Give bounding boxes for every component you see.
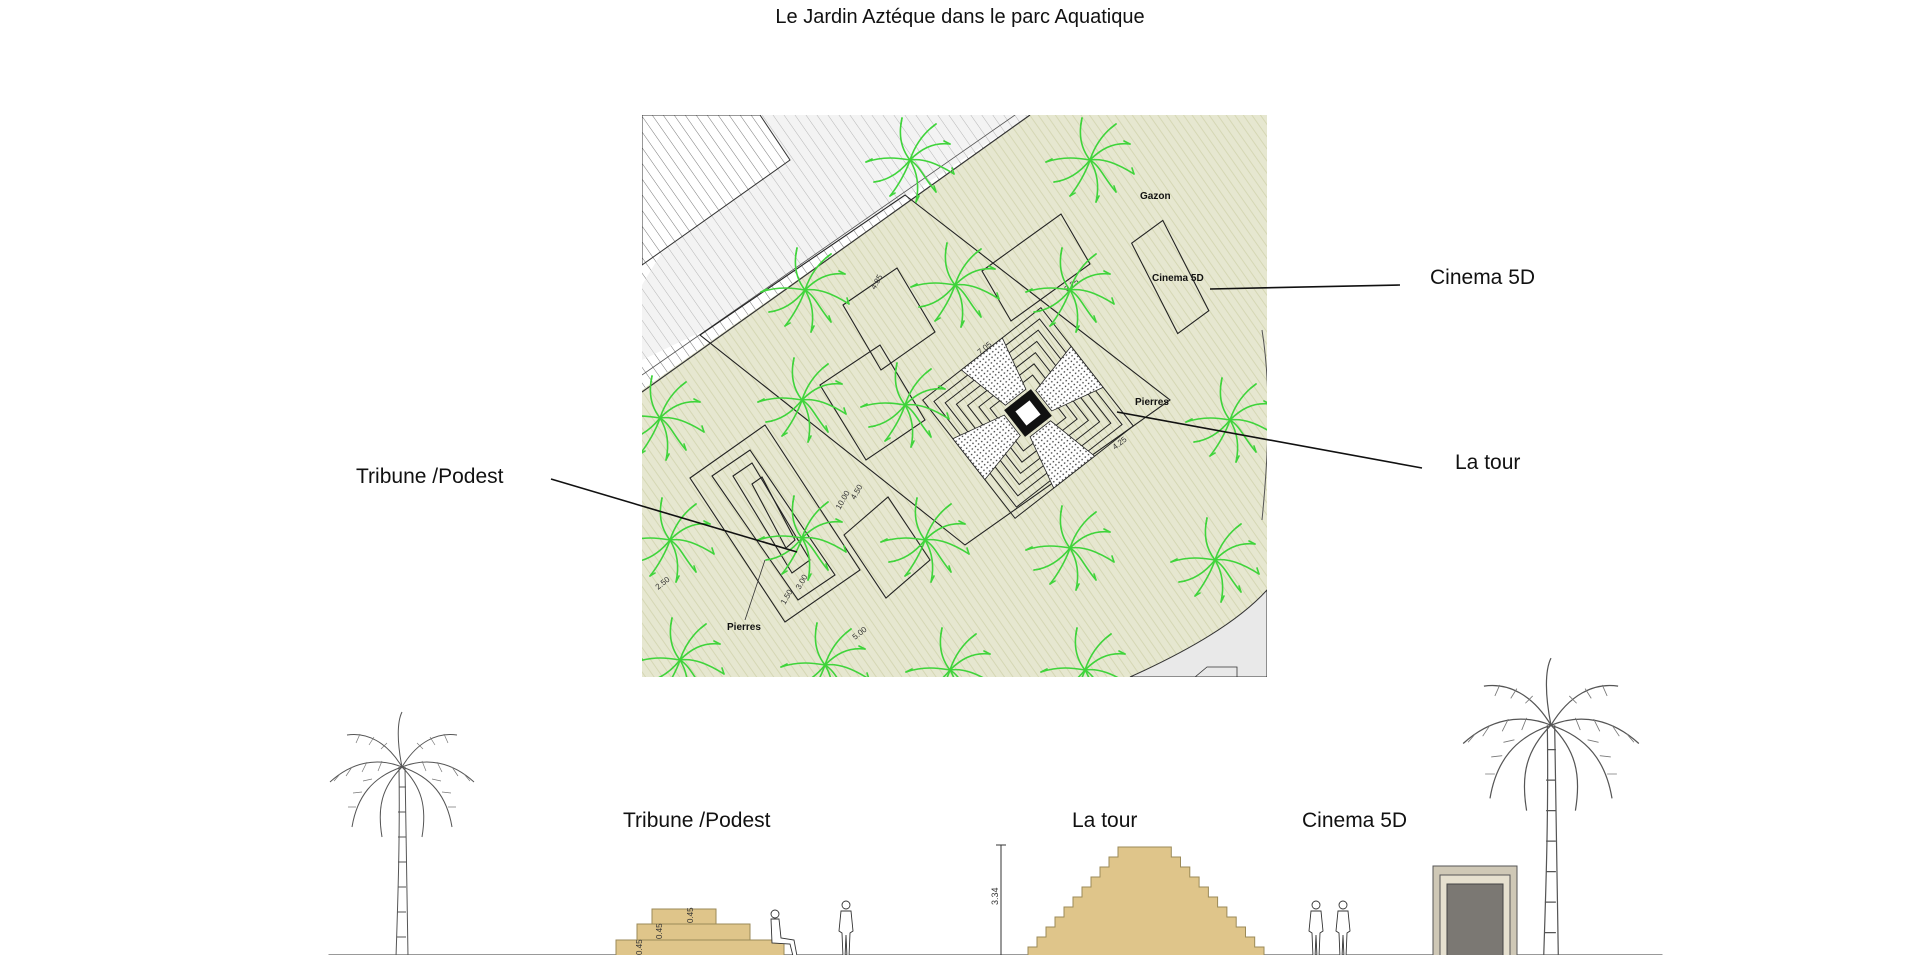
callout-cinema: Cinema 5D xyxy=(1430,266,1536,289)
person-icon xyxy=(1308,900,1324,955)
label-pierres-right: Pierres xyxy=(1135,397,1169,408)
elevation-section: 0.45 0.45 0.45 3.34 xyxy=(328,657,1663,955)
height-mark: 3.34 xyxy=(990,887,1000,905)
person-icon xyxy=(1335,900,1351,955)
step-mark: 0.45 xyxy=(686,907,695,923)
person-icon xyxy=(838,900,854,955)
elevation-label-cinema: Cinema 5D xyxy=(1302,809,1408,832)
step-mark: 0.45 xyxy=(635,939,644,955)
pyramid-elevation xyxy=(1027,846,1265,955)
site-plan: 4.85 7.05 3.25 10.00 4.50 1.50 3.00 5.00… xyxy=(642,115,1267,677)
callout-tower: La tour xyxy=(1455,451,1521,474)
elevation-label-tribune: Tribune /Podest xyxy=(623,809,771,832)
label-gazon: Gazon xyxy=(1140,191,1171,202)
cinema-building xyxy=(1432,865,1518,955)
callout-tribune: Tribune /Podest xyxy=(356,465,504,488)
label-cinema-plan: Cinema 5D xyxy=(1152,273,1204,284)
step-mark: 0.45 xyxy=(655,923,664,939)
elevation-label-tower: La tour xyxy=(1072,809,1138,832)
palm-tree-left-icon xyxy=(329,711,475,955)
label-pierres-left: Pierres xyxy=(727,622,761,633)
site-drawing: 4.85 7.05 3.25 10.00 4.50 1.50 3.00 5.00… xyxy=(328,115,1663,955)
